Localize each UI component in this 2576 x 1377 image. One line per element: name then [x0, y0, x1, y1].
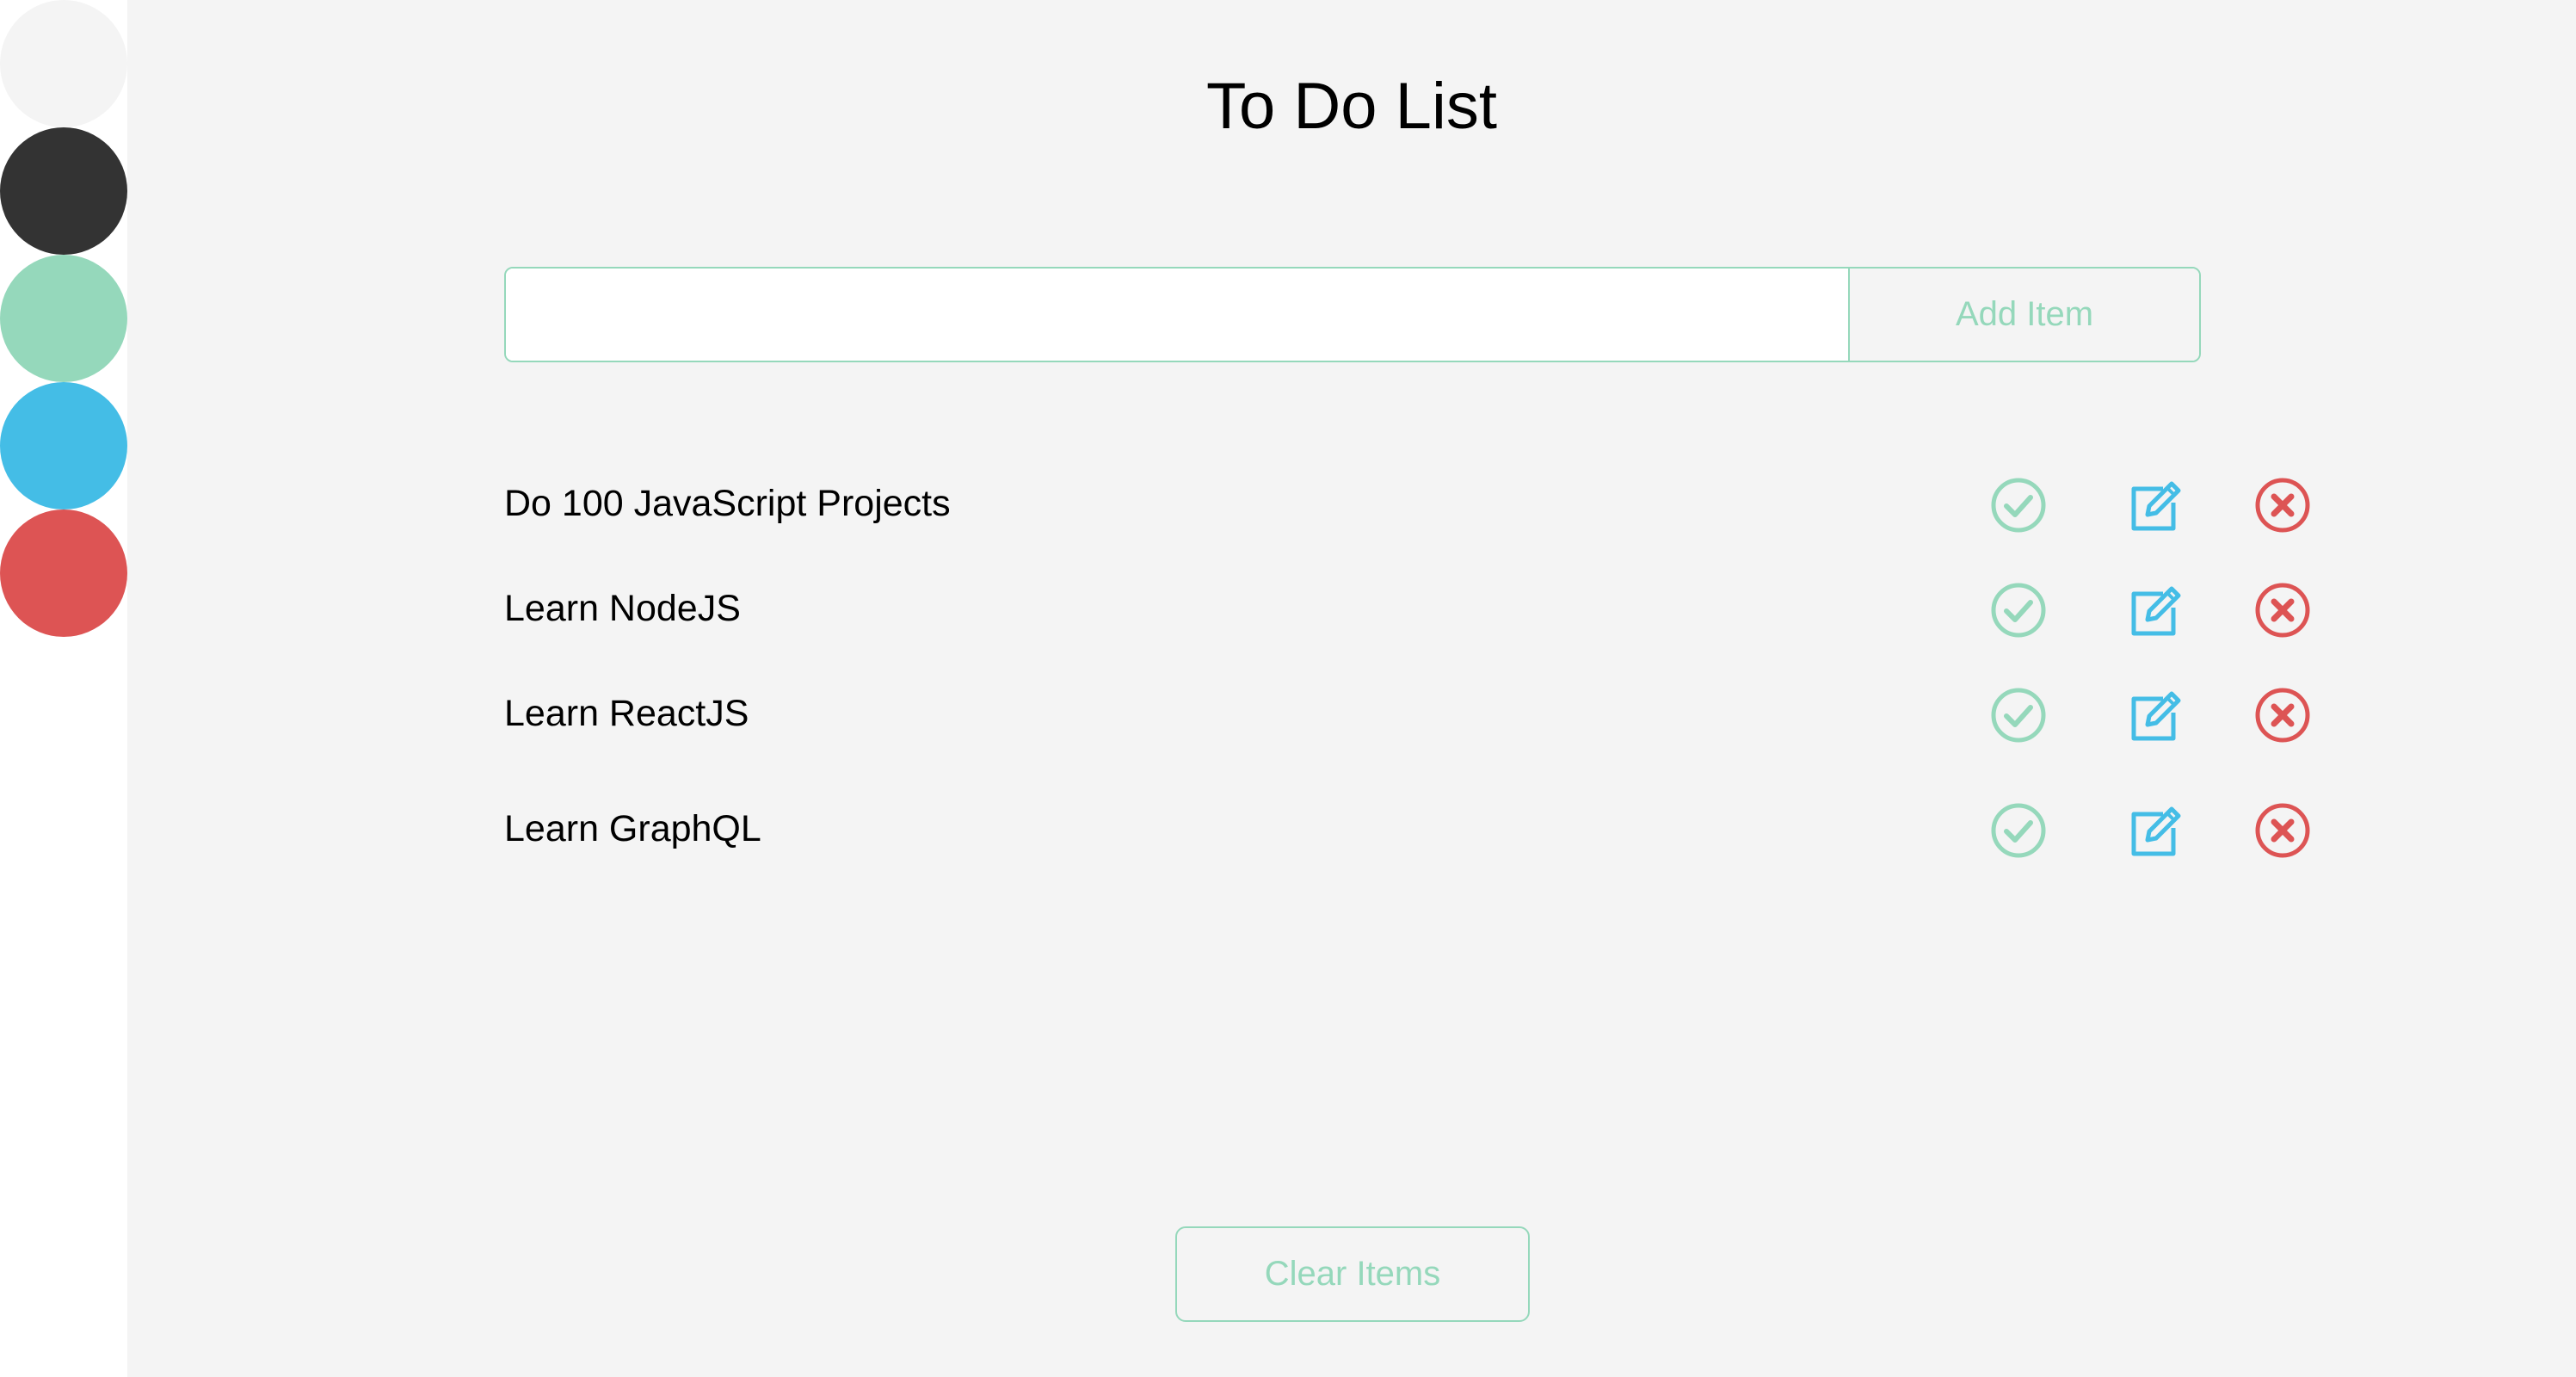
todo-item-text: Learn GraphQL: [504, 808, 761, 849]
todo-item: Do 100 JavaScript Projects: [504, 456, 2310, 561]
todo-item-text: Do 100 JavaScript Projects: [504, 483, 951, 524]
theme-swatch-light[interactable]: [0, 0, 127, 127]
edit-icon[interactable]: [2127, 802, 2184, 859]
todo-item: Learn NodeJS: [504, 561, 2310, 666]
todo-list: Do 100 JavaScript Projects Learn NodeJS …: [504, 456, 2310, 886]
delete-circle-icon[interactable]: [2254, 687, 2311, 744]
todo-item-text: Learn NodeJS: [504, 588, 741, 629]
clear-items-button[interactable]: Clear Items: [1175, 1226, 1530, 1322]
check-circle-icon[interactable]: [1990, 802, 2047, 859]
edit-icon[interactable]: [2127, 582, 2184, 639]
delete-circle-icon[interactable]: [2254, 582, 2311, 639]
page-title: To Do List: [1206, 70, 1497, 143]
edit-icon[interactable]: [2127, 477, 2184, 534]
todo-item: Learn GraphQL: [504, 781, 2310, 886]
theme-swatch-dark[interactable]: [0, 127, 127, 255]
theme-swatch-red[interactable]: [0, 509, 127, 637]
check-circle-icon[interactable]: [1990, 477, 2047, 534]
check-circle-icon[interactable]: [1990, 687, 2047, 744]
add-item-form: Add Item: [504, 267, 2201, 362]
check-circle-icon[interactable]: [1990, 582, 2047, 639]
todo-input[interactable]: [506, 269, 1848, 361]
edit-icon[interactable]: [2127, 687, 2184, 744]
add-item-button[interactable]: Add Item: [1848, 269, 2199, 361]
theme-swatch-green[interactable]: [0, 255, 127, 382]
theme-swatch-blue[interactable]: [0, 382, 127, 509]
todo-app: To Do List Add Item Do 100 JavaScript Pr…: [127, 0, 2576, 1377]
todo-item-text: Learn ReactJS: [504, 693, 749, 734]
delete-circle-icon[interactable]: [2254, 477, 2311, 534]
delete-circle-icon[interactable]: [2254, 802, 2311, 859]
theme-switcher: [0, 0, 127, 1377]
todo-item: Learn ReactJS: [504, 666, 2310, 771]
